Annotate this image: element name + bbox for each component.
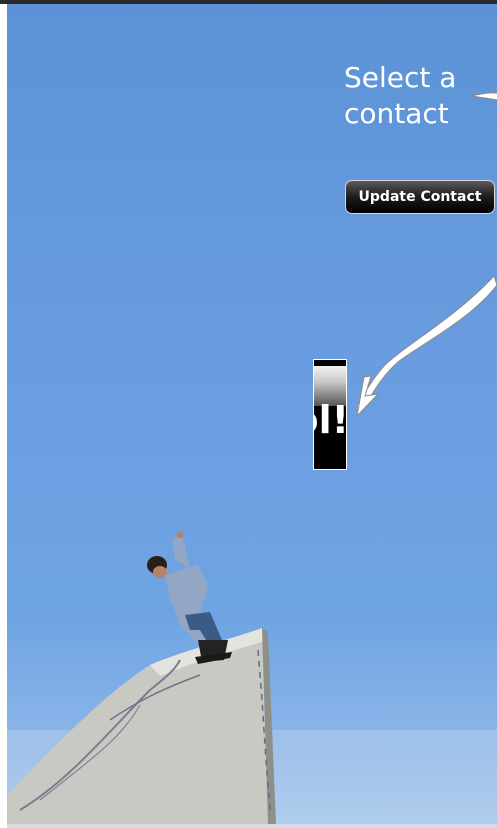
- select-contact-hint: Select a contact: [344, 61, 457, 130]
- home-screen: Select a contact Update Contact ol!: [0, 0, 497, 828]
- widget-text: ol!: [314, 398, 347, 442]
- contact-widget[interactable]: ol!: [313, 359, 347, 470]
- arrow-down-left-icon: [356, 275, 497, 418]
- arrow-left-icon: [470, 92, 497, 101]
- update-contact-button[interactable]: Update Contact: [345, 180, 495, 214]
